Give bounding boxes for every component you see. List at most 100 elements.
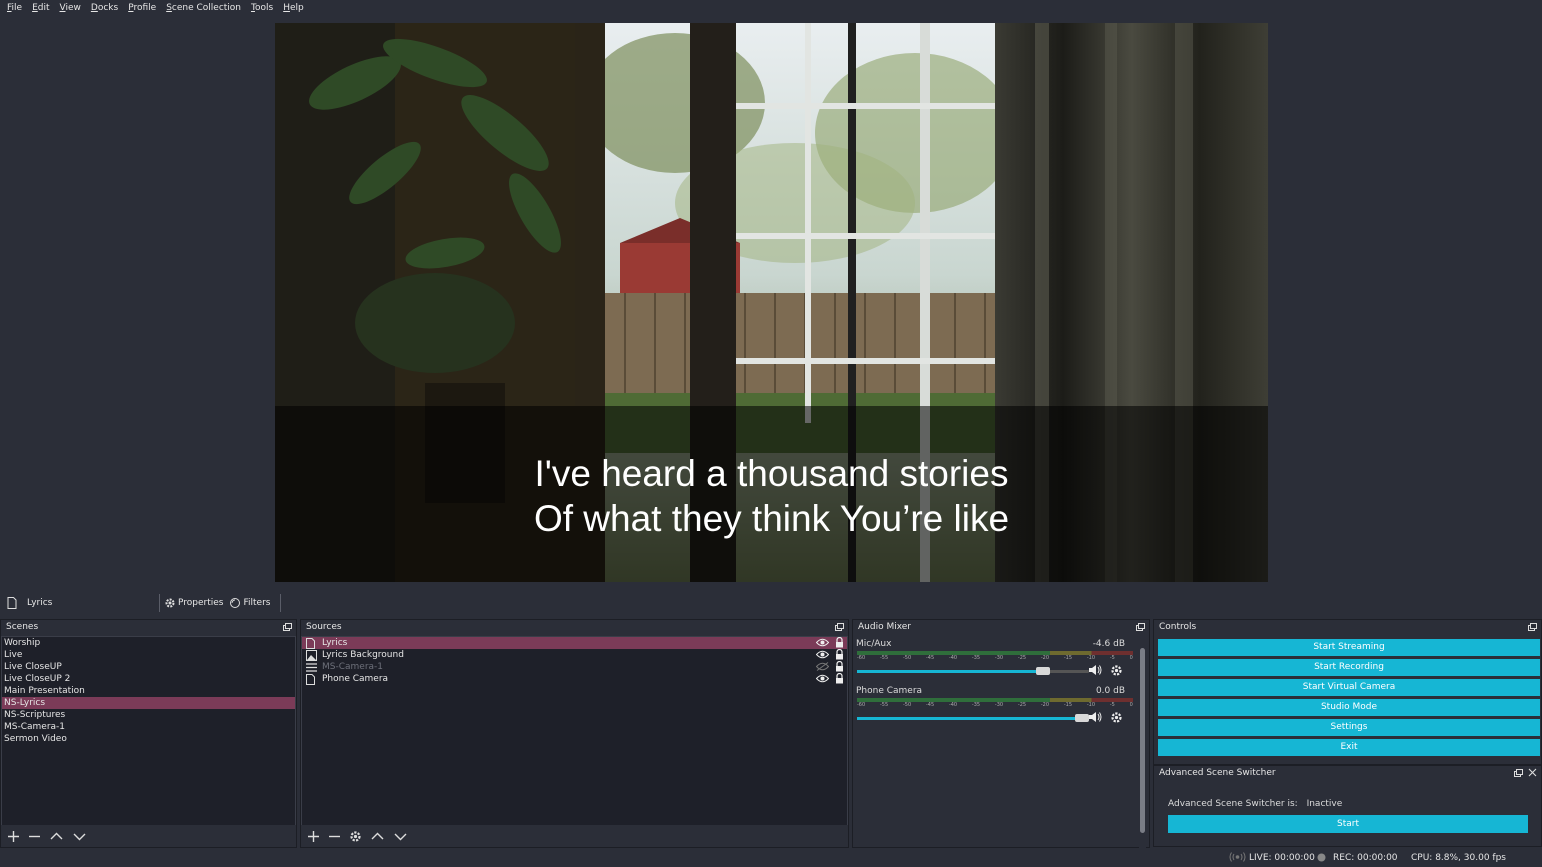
menu-bar: File Edit View Docks Profile Scene Colle… — [0, 0, 1542, 16]
filters-label: Filters — [243, 598, 271, 608]
advanced-scene-switcher-dock: Advanced Scene Switcher Advanced Scene S… — [1153, 765, 1542, 847]
add-source-button[interactable] — [307, 830, 320, 843]
tick-label: -40 — [948, 655, 958, 661]
scene-item[interactable]: Main Presentation — [2, 685, 295, 697]
studio-mode-button[interactable]: Studio Mode — [1158, 699, 1540, 716]
menu-view[interactable]: View — [55, 0, 86, 16]
lock-icon[interactable] — [835, 673, 844, 684]
program-preview[interactable]: I've heard a thousand stories Of what th… — [275, 23, 1268, 582]
lock-icon[interactable] — [835, 649, 844, 660]
toolbar-separator — [280, 594, 282, 612]
menu-scene-collection[interactable]: Scene Collection — [161, 0, 246, 16]
speaker-icon[interactable] — [1088, 711, 1102, 723]
menu-tools[interactable]: Tools — [246, 0, 278, 16]
eye-icon[interactable] — [816, 650, 829, 659]
start-streaming-button[interactable]: Start Streaming — [1158, 639, 1540, 656]
move-source-down-button[interactable] — [393, 830, 408, 843]
source-item-hidden[interactable]: MS-Camera-1 — [302, 661, 847, 673]
menu-docks[interactable]: Docks — [86, 0, 123, 16]
tick-label: -15 — [1063, 702, 1073, 708]
sources-list[interactable]: Lyrics Lyrics Background MS-Camera-1 Pho… — [301, 636, 848, 826]
sources-dock: Sources Lyrics Lyrics Background MS-Came… — [300, 619, 849, 848]
menu-file[interactable]: File — [2, 0, 27, 16]
remove-scene-button[interactable] — [28, 830, 41, 843]
scenes-title: Scenes — [6, 622, 39, 632]
switcher-status-value: Inactive — [1306, 799, 1343, 809]
undock-icon[interactable] — [1514, 769, 1523, 777]
source-item-selected[interactable]: Lyrics — [302, 637, 847, 649]
scene-item[interactable]: Live CloseUP 2 — [2, 673, 295, 685]
add-scene-button[interactable] — [7, 830, 20, 843]
tick-label: -30 — [994, 655, 1004, 661]
move-scene-down-button[interactable] — [72, 830, 87, 843]
volume-slider[interactable] — [857, 714, 1089, 722]
move-scene-up-button[interactable] — [49, 830, 64, 843]
live-broadcast-icon — [1229, 852, 1246, 865]
properties-button[interactable]: Properties — [164, 597, 223, 609]
switcher-status-label: Advanced Scene Switcher is: — [1168, 799, 1298, 809]
switcher-status-row: Advanced Scene Switcher is: Inactive — [1168, 799, 1342, 809]
current-source-name: Lyrics — [27, 598, 53, 608]
menu-help[interactable]: Help — [278, 0, 309, 16]
undock-icon[interactable] — [283, 623, 292, 631]
start-virtual-camera-button[interactable]: Start Virtual Camera — [1158, 679, 1540, 696]
volume-slider[interactable] — [857, 667, 1089, 675]
chevron-up-icon — [371, 832, 384, 839]
tick-label: -25 — [1017, 655, 1027, 661]
scene-item[interactable]: Live — [2, 649, 295, 661]
switcher-title: Advanced Scene Switcher — [1159, 768, 1276, 778]
text-icon — [306, 674, 315, 685]
eye-icon[interactable] — [816, 674, 829, 683]
exit-button[interactable]: Exit — [1158, 739, 1540, 756]
controls-dock-title: Controls — [1154, 620, 1541, 635]
eye-hidden-icon[interactable] — [816, 662, 829, 671]
mixer-scrollbar[interactable] — [1139, 638, 1146, 848]
gear-icon[interactable] — [1110, 664, 1123, 677]
source-properties-button[interactable] — [349, 830, 362, 843]
audio-mixer-title: Audio Mixer — [853, 620, 1149, 635]
eye-icon[interactable] — [816, 638, 829, 647]
lock-icon[interactable] — [835, 661, 844, 672]
menu-edit[interactable]: Edit — [27, 0, 54, 16]
source-item[interactable]: Phone Camera — [302, 673, 847, 685]
source-item[interactable]: Lyrics Background — [302, 649, 847, 661]
scene-item[interactable]: Worship — [2, 637, 295, 649]
lock-icon[interactable] — [835, 637, 844, 648]
scene-item[interactable]: MS-Camera-1 — [2, 721, 295, 733]
volume-slider-thumb[interactable] — [1075, 714, 1089, 722]
sources-title: Sources — [306, 622, 342, 632]
undock-icon[interactable] — [1136, 623, 1145, 631]
undock-icon[interactable] — [1528, 623, 1537, 631]
chevron-down-icon — [394, 833, 407, 840]
scene-item-selected[interactable]: NS-Lyrics — [2, 697, 295, 709]
tick-label: 0 — [1129, 702, 1133, 708]
settings-button[interactable]: Settings — [1158, 719, 1540, 736]
chevron-up-icon — [50, 832, 63, 839]
menu-profile[interactable]: Profile — [123, 0, 161, 16]
undock-icon[interactable] — [835, 623, 844, 631]
mixer-channel-mic: Mic/Aux -4.6 dB -60 -55 -50 -45 -40 -35 -30 -25… — [853, 636, 1139, 683]
remove-source-button[interactable] — [328, 830, 341, 843]
gear-icon[interactable] — [1110, 711, 1123, 724]
scenes-list[interactable]: Worship Live Live CloseUP Live CloseUP 2… — [1, 636, 296, 826]
source-label: Lyrics — [322, 638, 348, 648]
speaker-icon[interactable] — [1088, 664, 1102, 676]
tick-label: -20 — [1040, 702, 1050, 708]
start-recording-button[interactable]: Start Recording — [1158, 659, 1540, 676]
tick-label: 0 — [1129, 655, 1133, 661]
scene-item[interactable]: NS-Scriptures — [2, 709, 295, 721]
volume-slider-thumb[interactable] — [1036, 667, 1050, 675]
cpu-fps: CPU: 8.8%, 30.00 fps — [1411, 853, 1506, 863]
filter-icon — [230, 598, 241, 608]
tick-label: -55 — [879, 702, 889, 708]
move-source-up-button[interactable] — [370, 830, 385, 843]
tick-label: -45 — [925, 702, 935, 708]
filters-button[interactable]: Filters — [229, 597, 270, 609]
switcher-start-button[interactable]: Start — [1168, 815, 1528, 833]
scrollbar-handle[interactable] — [1140, 648, 1145, 833]
source-label: MS-Camera-1 — [322, 662, 384, 672]
scene-item[interactable]: Sermon Video — [2, 733, 295, 745]
close-icon[interactable] — [1528, 768, 1537, 777]
scene-item[interactable]: Live CloseUP — [2, 661, 295, 673]
channel-db: -4.6 dB — [1092, 639, 1125, 649]
